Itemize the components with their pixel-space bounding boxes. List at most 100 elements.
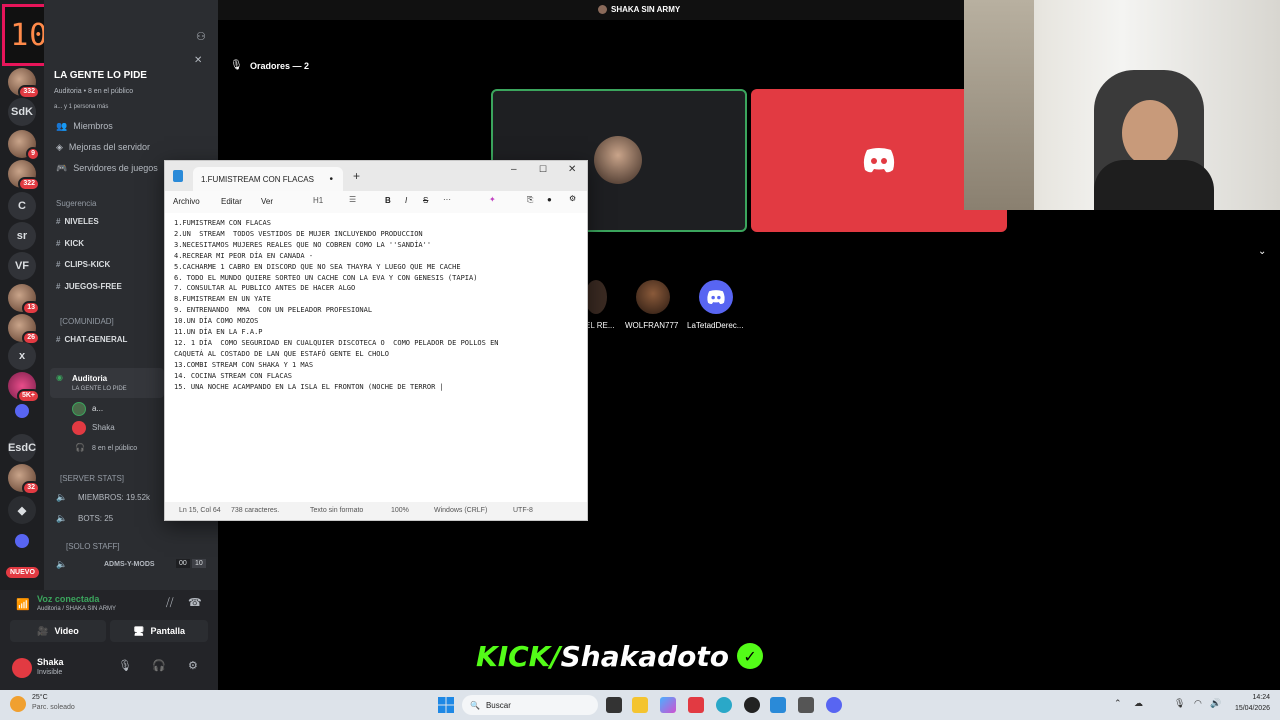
server-icon-2[interactable]: 9 bbox=[8, 130, 40, 161]
video-button[interactable]: 🎥 Video bbox=[10, 620, 106, 642]
channel-chat-general[interactable]: # CHAT-GENERAL bbox=[56, 335, 127, 344]
server-c[interactable]: C bbox=[8, 192, 36, 220]
new-tab-icon[interactable]: + bbox=[353, 169, 360, 183]
server-icon-5[interactable]: 26 bbox=[8, 314, 40, 345]
add-member-icon[interactable]: ⚇ bbox=[196, 30, 206, 43]
discord-app-icon[interactable] bbox=[826, 697, 842, 713]
members-link[interactable]: 👥 Miembros bbox=[56, 121, 113, 132]
noise-icon[interactable]: ⧸⧸ bbox=[166, 597, 173, 610]
weather-icon[interactable] bbox=[10, 696, 26, 712]
stage-user-1[interactable]: a... bbox=[92, 404, 103, 413]
cloud-icon[interactable]: ☁ bbox=[1134, 698, 1143, 709]
microphone-icon[interactable]: 🎙 bbox=[118, 659, 132, 672]
screen-share-button[interactable]: 🖥 Pantalla bbox=[110, 620, 208, 642]
document-line[interactable]: 15. UNA NOCHE ACAMPANDO EN LA ISLA EL FR… bbox=[174, 382, 578, 393]
list-icon[interactable]: ☰ bbox=[349, 195, 356, 204]
minimize-icon[interactable]: – bbox=[511, 164, 517, 175]
document-text[interactable]: 1.FUMISTREAM CON FLACAS 2.UN STREAM TODOS… bbox=[165, 213, 587, 503]
discover-icon[interactable]: ◆ bbox=[8, 496, 36, 524]
avatar[interactable] bbox=[699, 280, 733, 314]
suggestion-header[interactable]: Sugerencia bbox=[56, 199, 96, 208]
server-icon-1[interactable]: 332 bbox=[8, 68, 40, 99]
folder-icon-2[interactable] bbox=[15, 534, 29, 548]
server-x[interactable]: x bbox=[8, 342, 36, 370]
document-line[interactable]: 3.NECESITAMOS MUJERES REALES QUE NO COBR… bbox=[174, 240, 578, 251]
channel-niveles[interactable]: # NIVELES bbox=[56, 217, 99, 226]
server-sdk[interactable]: SdK bbox=[8, 98, 36, 126]
voice-status[interactable]: Voz conectada bbox=[37, 594, 99, 604]
settings-icon[interactable]: ⚙ bbox=[569, 194, 576, 203]
menu-archivo[interactable]: Archivo bbox=[173, 197, 200, 206]
server-vf[interactable]: VF bbox=[8, 252, 36, 280]
windows-start-icon[interactable] bbox=[438, 697, 454, 713]
bold-icon[interactable]: B bbox=[385, 196, 391, 205]
calculator-icon[interactable] bbox=[798, 697, 814, 713]
close-icon[interactable]: ✕ bbox=[194, 55, 202, 66]
document-line[interactable]: 11.UN DÍA EN LA F.A.P bbox=[174, 327, 578, 338]
folder-icon[interactable] bbox=[15, 404, 29, 418]
document-line[interactable]: 5.CACHARME 1 CABRO EN DISCORD QUE NO SEA… bbox=[174, 262, 578, 273]
game-servers-link[interactable]: 🎮 Servidores de juegos bbox=[56, 163, 158, 174]
strikethrough-icon[interactable]: S bbox=[423, 196, 428, 205]
menu-ver[interactable]: Ver bbox=[261, 197, 273, 206]
headphones-icon[interactable]: 🎧 bbox=[152, 659, 166, 672]
heading-dropdown[interactable]: H1 bbox=[313, 196, 323, 205]
stage-channel[interactable] bbox=[50, 368, 164, 398]
weather-text[interactable]: Parc. soleado bbox=[32, 704, 75, 711]
channel-kick[interactable]: # KICK bbox=[56, 239, 84, 248]
avatar[interactable] bbox=[585, 280, 607, 314]
document-line[interactable]: 12. 1 DÍA COMO SEGURIDAD EN CUALQUIER DI… bbox=[174, 338, 578, 349]
document-line[interactable]: 6. TODO EL MUNDO QUIERE SORTEO UN CACHE … bbox=[174, 273, 578, 284]
server-esdc[interactable]: EsdC bbox=[8, 434, 36, 462]
encoding[interactable]: UTF-8 bbox=[513, 507, 533, 514]
category-comunidad[interactable]: [COMUNIDAD] bbox=[60, 317, 114, 326]
close-icon[interactable]: ✕ bbox=[568, 164, 576, 175]
account-icon[interactable]: ● bbox=[547, 195, 552, 204]
share-icon[interactable]: ⎘ bbox=[527, 195, 533, 205]
server-name[interactable]: LA GENTE LO PIDE bbox=[54, 70, 147, 81]
document-line[interactable]: 4.RECREAR MI PEOR DÍA EN CANADA - bbox=[174, 251, 578, 262]
task-view-icon[interactable] bbox=[606, 697, 622, 713]
server-icon-6[interactable]: 5K+ bbox=[8, 372, 40, 403]
avatar[interactable] bbox=[636, 280, 670, 314]
voice-channel[interactable]: Auditoria / SHAKA SIN ARMY bbox=[37, 606, 116, 612]
document-line[interactable]: 10.UN DÍA COMO MOZOS bbox=[174, 316, 578, 327]
document-line[interactable]: 2.UN STREAM TODOS VESTIDOS DE MUJER INCL… bbox=[174, 229, 578, 240]
chevron-down-icon[interactable]: ⌄ bbox=[1258, 246, 1266, 257]
zoom-level[interactable]: 100% bbox=[391, 507, 409, 514]
server-icon-3[interactable]: 322 bbox=[8, 160, 40, 191]
stage-user-2[interactable]: Shaka bbox=[92, 423, 115, 432]
notepad-app-icon[interactable] bbox=[770, 697, 786, 713]
avatar[interactable] bbox=[12, 658, 32, 678]
boosts-link[interactable]: ◈ Mejoras del servidor bbox=[56, 142, 150, 153]
maximize-icon[interactable]: ☐ bbox=[539, 164, 547, 175]
disconnect-icon[interactable]: ☎ bbox=[188, 596, 202, 609]
server-icon-4[interactable]: 13 bbox=[8, 284, 40, 315]
category-solo-staff[interactable]: [SOLO STAFF] bbox=[66, 542, 120, 551]
italic-icon[interactable]: I bbox=[405, 196, 407, 205]
server-icon-7[interactable]: 32 bbox=[8, 464, 40, 495]
channel-clips-kick[interactable]: # CLIPS-KICK bbox=[56, 260, 110, 269]
document-line[interactable]: 14. COCINA STREAM CON FLACAS bbox=[174, 371, 578, 382]
document-line[interactable]: 7. CONSULTAR AL PUBLICO ANTES DE HACER A… bbox=[174, 283, 578, 294]
clock-date[interactable]: 15/04/2026 bbox=[1226, 705, 1270, 712]
line-ending[interactable]: Windows (CRLF) bbox=[434, 507, 487, 514]
menu-editar[interactable]: Editar bbox=[221, 197, 242, 206]
gear-icon[interactable]: ⚙ bbox=[188, 659, 198, 672]
obs-icon[interactable] bbox=[744, 697, 760, 713]
document-line[interactable]: 13.COMBI STREAM CON SHAKA Y 1 MAS bbox=[174, 360, 578, 371]
unsaved-dot-icon[interactable]: • bbox=[329, 174, 333, 185]
channel-juegos-free[interactable]: # JUEGOS-FREE bbox=[56, 282, 122, 291]
file-explorer-icon[interactable] bbox=[632, 697, 648, 713]
microphone-tray-icon[interactable]: 🎙 bbox=[1174, 698, 1185, 709]
category-server-stats[interactable]: [SERVER STATS] bbox=[60, 474, 124, 483]
document-line[interactable]: 1.FUMISTREAM CON FLACAS bbox=[174, 218, 578, 229]
edge-icon[interactable] bbox=[716, 697, 732, 713]
document-line[interactable]: 9. ENTRENANDO MMA CON UN PELEADOR PROFES… bbox=[174, 305, 578, 316]
copilot-icon[interactable]: ✦ bbox=[489, 195, 496, 204]
tab-document[interactable]: 1.FUMISTREAM CON FLACAS • bbox=[193, 167, 343, 191]
clock-time[interactable]: 14:24 bbox=[1226, 694, 1270, 701]
office-icon[interactable] bbox=[688, 697, 704, 713]
document-line[interactable]: 8.FUMISTREAM EN UN YATE bbox=[174, 294, 578, 305]
temperature[interactable]: 25°C bbox=[32, 694, 48, 701]
